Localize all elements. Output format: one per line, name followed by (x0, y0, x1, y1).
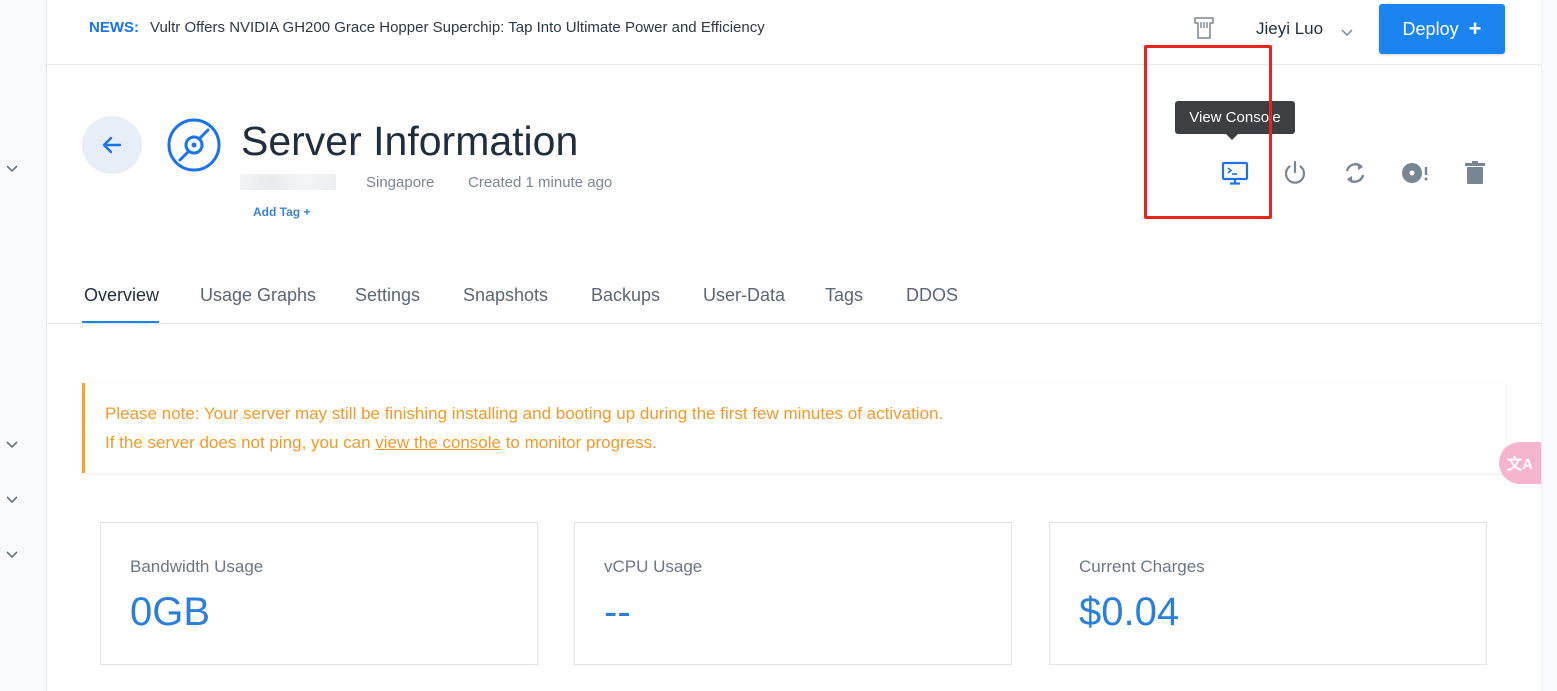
tab-settings[interactable]: Settings (355, 285, 420, 306)
delete-icon[interactable] (1460, 158, 1490, 188)
stat-value: 0GB (130, 590, 211, 634)
deploy-button[interactable]: Deploy + (1379, 4, 1505, 54)
tab-user-data[interactable]: User-Data (703, 285, 785, 306)
scrollbar[interactable] (1541, 0, 1557, 691)
stat-label: vCPU Usage (604, 557, 703, 576)
stat-label: Bandwidth Usage (130, 557, 264, 576)
user-menu-name[interactable]: Jieyi Luo (1256, 19, 1323, 39)
tab-ddos[interactable]: DDOS (906, 285, 958, 306)
notice-text-before: If the server does not ping, you can (105, 433, 376, 452)
arrow-left-icon (102, 136, 122, 154)
add-tag-link[interactable]: Add Tag + (253, 205, 310, 219)
tab-usage-graphs[interactable]: Usage Graphs (200, 285, 316, 306)
sidebar-chevron-down-icon[interactable] (5, 548, 19, 562)
active-tab-indicator (82, 321, 159, 323)
tab-overview[interactable]: Overview (84, 285, 159, 306)
bandwidth-usage-card: Bandwidth Usage 0GB (100, 522, 538, 665)
server-ip-redacted (240, 174, 336, 190)
chevron-down-icon[interactable] (1341, 24, 1353, 37)
page-title: Server Information (241, 118, 579, 164)
news-link[interactable]: Vultr Offers NVIDIA GH200 Grace Hopper S… (150, 19, 765, 36)
notice-line-1: Please note: Your server may still be fi… (105, 404, 944, 423)
sidebar (0, 0, 47, 691)
ticket-icon[interactable] (1193, 16, 1215, 40)
activation-notice: Please note: Your server may still be fi… (82, 383, 1505, 473)
server-disk-icon (166, 117, 222, 173)
restart-icon[interactable] (1340, 158, 1370, 188)
stat-value: -- (604, 590, 631, 634)
news-label: NEWS: (89, 19, 139, 36)
tab-bar: Overview Usage Graphs Settings Snapshots… (47, 266, 1541, 324)
sidebar-chevron-down-icon[interactable] (5, 162, 19, 176)
app-root: NEWS: Vultr Offers NVIDIA GH200 Grace Ho… (0, 0, 1557, 691)
translate-button[interactable]: 文A (1499, 442, 1541, 484)
notice-line-2: If the server does not ping, you can vie… (105, 433, 657, 453)
back-button[interactable] (82, 116, 142, 174)
plus-icon: + (1468, 16, 1482, 41)
top-bar: NEWS: Vultr Offers NVIDIA GH200 Grace Ho… (47, 0, 1541, 65)
sidebar-chevron-down-icon[interactable] (5, 438, 19, 452)
reinstall-icon[interactable] (1400, 158, 1430, 188)
vcpu-usage-card: vCPU Usage -- (574, 522, 1012, 665)
view-console-link[interactable]: view the console (375, 433, 501, 452)
sidebar-chevron-down-icon[interactable] (5, 493, 19, 507)
notice-text-after: to monitor progress. (500, 433, 657, 452)
deploy-label: Deploy (1402, 18, 1459, 39)
tab-backups[interactable]: Backups (591, 285, 660, 306)
highlight-annotation-box (1144, 45, 1272, 219)
current-charges-card: Current Charges $0.04 (1049, 522, 1487, 665)
power-icon[interactable] (1280, 158, 1310, 188)
server-location: Singapore (366, 174, 435, 191)
tab-snapshots[interactable]: Snapshots (463, 285, 548, 306)
stat-value: $0.04 (1079, 590, 1180, 634)
tab-tags[interactable]: Tags (825, 285, 863, 306)
stat-label: Current Charges (1079, 557, 1205, 576)
server-created: Created 1 minute ago (468, 174, 613, 191)
